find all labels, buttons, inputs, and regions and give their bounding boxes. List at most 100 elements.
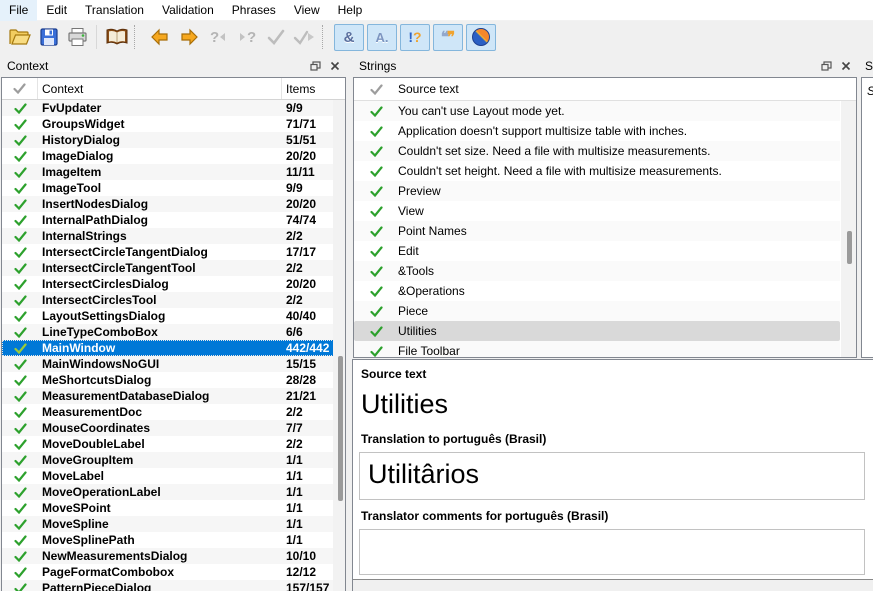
context-column-header[interactable]: Context bbox=[38, 78, 282, 99]
done-check-icon bbox=[2, 391, 38, 402]
done-check-icon bbox=[354, 166, 398, 177]
context-row[interactable]: ImageTool 9/9 bbox=[2, 180, 334, 196]
context-row[interactable]: ImageDialog 20/20 bbox=[2, 148, 334, 164]
print-button[interactable] bbox=[64, 24, 91, 51]
context-name: MouseCoordinates bbox=[38, 420, 282, 436]
context-row[interactable]: IntersectCirclesTool 2/2 bbox=[2, 292, 334, 308]
context-row[interactable]: InternalStrings 2/2 bbox=[2, 228, 334, 244]
string-row[interactable]: Preview bbox=[354, 181, 840, 201]
strings-scrollbar[interactable] bbox=[841, 101, 857, 358]
menu-item[interactable]: Validation bbox=[153, 0, 223, 21]
context-row[interactable]: PageFormatCombobox 12/12 bbox=[2, 564, 334, 580]
context-name: MeasurementDatabaseDialog bbox=[38, 388, 282, 404]
translator-comments-input[interactable] bbox=[359, 529, 865, 575]
strings-scrollbar-thumb[interactable] bbox=[847, 231, 852, 264]
toggle-guesses-button[interactable] bbox=[466, 24, 496, 51]
done-button[interactable] bbox=[262, 24, 289, 51]
context-row[interactable]: MoveDoubleLabel 2/2 bbox=[2, 436, 334, 452]
context-row[interactable]: IntersectCircleTangentTool 2/2 bbox=[2, 260, 334, 276]
close-icon[interactable] bbox=[838, 59, 854, 73]
prev-button[interactable] bbox=[146, 24, 173, 51]
context-row[interactable]: MainWindow 442/442 bbox=[2, 340, 334, 356]
next-button[interactable] bbox=[175, 24, 202, 51]
context-list: FvUpdater 9/9 GroupsWidget 71/71 History… bbox=[2, 100, 334, 591]
open-file-button[interactable] bbox=[6, 24, 33, 51]
string-row[interactable]: Application doesn't support multisize ta… bbox=[354, 121, 840, 141]
menu-item[interactable]: View bbox=[285, 0, 329, 21]
context-row[interactable]: MeShortcutsDialog 28/28 bbox=[2, 372, 334, 388]
string-row[interactable]: Piece bbox=[354, 301, 840, 321]
next-unfinished-button[interactable]: ? bbox=[233, 24, 260, 51]
done-column-header[interactable] bbox=[2, 78, 38, 99]
context-scrollbar[interactable] bbox=[333, 100, 346, 591]
context-row[interactable]: HistoryDialog 51/51 bbox=[2, 132, 334, 148]
toggle-accelerators-button[interactable]: & bbox=[334, 24, 364, 51]
context-dock-titlebar: Context bbox=[0, 55, 347, 76]
context-scrollbar-thumb[interactable] bbox=[338, 356, 343, 501]
float-icon[interactable] bbox=[818, 59, 834, 73]
context-row[interactable]: MoveOperationLabel 1/1 bbox=[2, 484, 334, 500]
menu-item[interactable]: Help bbox=[329, 0, 372, 21]
menu-item[interactable]: Edit bbox=[37, 0, 76, 21]
context-row[interactable]: LayoutSettingsDialog 40/40 bbox=[2, 308, 334, 324]
context-row[interactable]: MoveSpline 1/1 bbox=[2, 516, 334, 532]
menu-item[interactable]: File bbox=[0, 0, 37, 21]
context-row[interactable]: MoveSPoint 1/1 bbox=[2, 500, 334, 516]
context-row[interactable]: PatternPieceDialog 157/157 bbox=[2, 580, 334, 591]
source-string: Couldn't set size. Need a file with mult… bbox=[398, 141, 840, 161]
context-row[interactable]: FvUpdater 9/9 bbox=[2, 100, 334, 116]
string-row[interactable]: &Operations bbox=[354, 281, 840, 301]
string-row[interactable]: Couldn't set size. Need a file with mult… bbox=[354, 141, 840, 161]
source-string: File Toolbar bbox=[398, 341, 840, 358]
done-and-next-button[interactable] bbox=[291, 24, 318, 51]
context-row[interactable]: MeasurementDoc 2/2 bbox=[2, 404, 334, 420]
string-row[interactable]: Utilities bbox=[354, 321, 840, 341]
string-row[interactable]: Couldn't set height. Need a file with mu… bbox=[354, 161, 840, 181]
context-row[interactable]: MoveLabel 1/1 bbox=[2, 468, 334, 484]
context-row[interactable]: InsertNodesDialog 20/20 bbox=[2, 196, 334, 212]
items-column-header[interactable]: Items bbox=[282, 78, 345, 99]
context-row[interactable]: NewMeasurementsDialog 10/10 bbox=[2, 548, 334, 564]
context-row[interactable]: IntersectCirclesDialog 20/20 bbox=[2, 276, 334, 292]
string-row[interactable]: File Toolbar bbox=[354, 341, 840, 358]
done-check-icon bbox=[266, 27, 286, 47]
done-column-header[interactable] bbox=[354, 78, 398, 100]
context-row[interactable]: GroupsWidget 71/71 bbox=[2, 116, 334, 132]
translation-editor: Source text Utilities Translation to por… bbox=[352, 359, 873, 591]
string-row[interactable]: Point Names bbox=[354, 221, 840, 241]
translator-comments-text bbox=[360, 530, 864, 536]
string-row[interactable]: You can't use Layout mode yet. bbox=[354, 101, 840, 121]
context-row[interactable]: LineTypeComboBox 6/6 bbox=[2, 324, 334, 340]
toggle-ending-punctuation-button[interactable]: A. bbox=[367, 24, 397, 51]
menu-item[interactable]: Translation bbox=[76, 0, 153, 21]
float-icon[interactable] bbox=[307, 59, 323, 73]
context-name: MoveGroupItem bbox=[38, 452, 282, 468]
context-row[interactable]: MeasurementDatabaseDialog 21/21 bbox=[2, 388, 334, 404]
floppy-disk-icon bbox=[39, 27, 59, 47]
prev-unfinished-button[interactable]: ? bbox=[204, 24, 231, 51]
menu-item[interactable]: Phrases bbox=[223, 0, 285, 21]
context-items-count: 40/40 bbox=[282, 308, 334, 324]
toggle-phrase-matches-button[interactable]: !? bbox=[400, 24, 430, 51]
context-row[interactable]: MainWindowsNoGUI 15/15 bbox=[2, 356, 334, 372]
context-items-count: 2/2 bbox=[282, 404, 334, 420]
string-row[interactable]: Edit bbox=[354, 241, 840, 261]
context-row[interactable]: IntersectCircleTangentDialog 17/17 bbox=[2, 244, 334, 260]
context-row[interactable]: MoveGroupItem 1/1 bbox=[2, 452, 334, 468]
source-text-column-header[interactable]: Source text bbox=[398, 78, 856, 100]
translation-input[interactable]: Utilitârios bbox=[359, 452, 865, 500]
context-name: MeShortcutsDialog bbox=[38, 372, 282, 388]
save-button[interactable] bbox=[35, 24, 62, 51]
context-row[interactable]: ImageItem 11/11 bbox=[2, 164, 334, 180]
arrow-left-icon bbox=[150, 27, 170, 47]
close-icon[interactable] bbox=[327, 59, 343, 73]
string-row[interactable]: View bbox=[354, 201, 840, 221]
context-row[interactable]: MouseCoordinates 7/7 bbox=[2, 420, 334, 436]
open-phrasebook-button[interactable] bbox=[103, 24, 130, 51]
context-row[interactable]: InternalPathDialog 74/74 bbox=[2, 212, 334, 228]
context-row[interactable]: MoveSplinePath 1/1 bbox=[2, 532, 334, 548]
toggle-place-markers-button[interactable]: ❝❞ bbox=[433, 24, 463, 51]
context-items-count: 20/20 bbox=[282, 196, 334, 212]
done-check-icon bbox=[2, 231, 38, 242]
string-row[interactable]: &Tools bbox=[354, 261, 840, 281]
